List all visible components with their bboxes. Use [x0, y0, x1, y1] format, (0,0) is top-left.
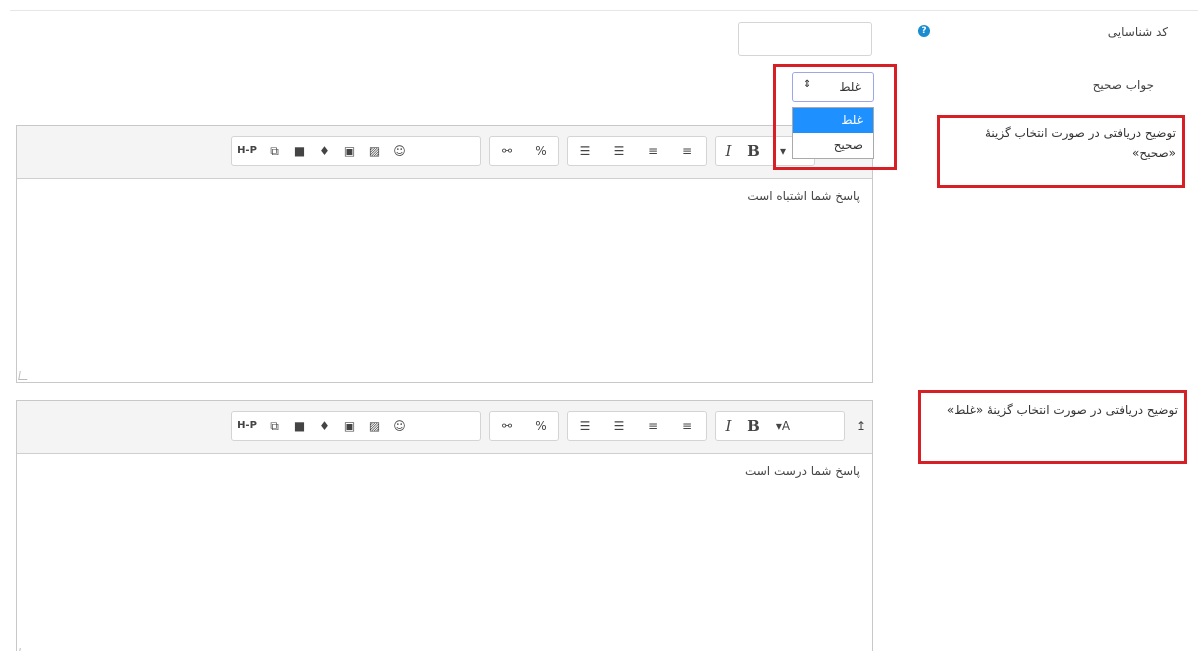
link-icon[interactable]: %: [524, 137, 558, 165]
question-form: کد شناسایی ? جواب صحیح توضیح دریافتی در …: [0, 0, 1204, 651]
bold-icon[interactable]: B: [741, 412, 766, 440]
highlight-box-select: [773, 64, 897, 170]
toolbar-toggle-icon[interactable]: ↥: [849, 412, 873, 440]
unordered-list-icon[interactable]: ≡: [670, 137, 704, 165]
media-icon[interactable]: ▣: [337, 137, 362, 165]
image-icon[interactable]: ▨: [362, 137, 387, 165]
image-icon[interactable]: ▨: [362, 412, 387, 440]
toolbar-group-links: ⚯ %: [489, 136, 559, 166]
divider: [10, 10, 1198, 11]
unlink-icon[interactable]: ⚯: [490, 137, 524, 165]
editor-toolbar: H-P ⧉ ■ ♦ ▣ ▨ ☺ ⚯ % ☰ ☰ ≡ ≡ I B ▾: [17, 126, 872, 179]
indent-icon[interactable]: ☰: [568, 137, 602, 165]
editor-content[interactable]: پاسخ شما اشتباه است: [17, 179, 872, 203]
editor-content[interactable]: پاسخ شما درست است: [17, 454, 872, 478]
font-color-label: A: [781, 419, 791, 433]
emoticon-icon[interactable]: ☺: [387, 137, 412, 165]
toolbar-group-toggle: ↥: [849, 411, 873, 441]
feedback-false-editor: H-P ⧉ ■ ♦ ▣ ▨ ☺ ⚯ % ☰ ☰ ≡ ≡ I B ▾A ↥ پاس…: [16, 400, 873, 651]
audio-record-icon[interactable]: ♦: [312, 412, 337, 440]
h5p-icon[interactable]: H-P: [232, 412, 262, 440]
toolbar-group-lists: ☰ ☰ ≡ ≡: [567, 136, 707, 166]
id-number-input[interactable]: [738, 22, 872, 56]
video-record-icon[interactable]: ■: [287, 137, 312, 165]
unordered-list-icon[interactable]: ≡: [670, 412, 704, 440]
feedback-true-label: توضیح دریافتی در صورت انتخاب گزینهٔ «صحی…: [984, 126, 1176, 160]
correct-answer-label: جواب صحیح: [1092, 78, 1154, 92]
ordered-list-icon[interactable]: ≡: [636, 412, 670, 440]
italic-icon[interactable]: I: [716, 137, 741, 165]
manage-files-icon[interactable]: ⧉: [262, 137, 287, 165]
manage-files-icon[interactable]: ⧉: [262, 412, 287, 440]
link-icon[interactable]: %: [524, 412, 558, 440]
question-circle-icon[interactable]: ?: [918, 25, 930, 37]
font-color-icon[interactable]: ▾A: [766, 412, 800, 440]
ordered-list-icon[interactable]: ≡: [636, 137, 670, 165]
bold-icon[interactable]: B: [741, 137, 766, 165]
feedback-true-editor: H-P ⧉ ■ ♦ ▣ ▨ ☺ ⚯ % ☰ ☰ ≡ ≡ I B ▾ پاسخ ش…: [16, 125, 873, 383]
indent-icon[interactable]: ☰: [568, 412, 602, 440]
emoticon-icon[interactable]: ☺: [387, 412, 412, 440]
resize-handle-icon[interactable]: [18, 371, 29, 380]
outdent-icon[interactable]: ☰: [602, 137, 636, 165]
audio-record-icon[interactable]: ♦: [312, 137, 337, 165]
video-record-icon[interactable]: ■: [287, 412, 312, 440]
toolbar-group-media: H-P ⧉ ■ ♦ ▣ ▨ ☺: [231, 136, 481, 166]
editor-toolbar: H-P ⧉ ■ ♦ ▣ ▨ ☺ ⚯ % ☰ ☰ ≡ ≡ I B ▾A ↥: [17, 401, 872, 454]
toolbar-group-media: H-P ⧉ ■ ♦ ▣ ▨ ☺: [231, 411, 481, 441]
toolbar-group-lists: ☰ ☰ ≡ ≡: [567, 411, 707, 441]
toolbar-group-text: I B ▾A: [715, 411, 845, 441]
h5p-icon[interactable]: H-P: [232, 137, 262, 165]
unlink-icon[interactable]: ⚯: [490, 412, 524, 440]
id-number-label: کد شناسایی: [1107, 25, 1168, 39]
outdent-icon[interactable]: ☰: [602, 412, 636, 440]
media-icon[interactable]: ▣: [337, 412, 362, 440]
italic-icon[interactable]: I: [716, 412, 741, 440]
toolbar-group-links: ⚯ %: [489, 411, 559, 441]
feedback-false-label: توضیح دریافتی در صورت انتخاب گزینهٔ «غلط…: [946, 403, 1178, 417]
